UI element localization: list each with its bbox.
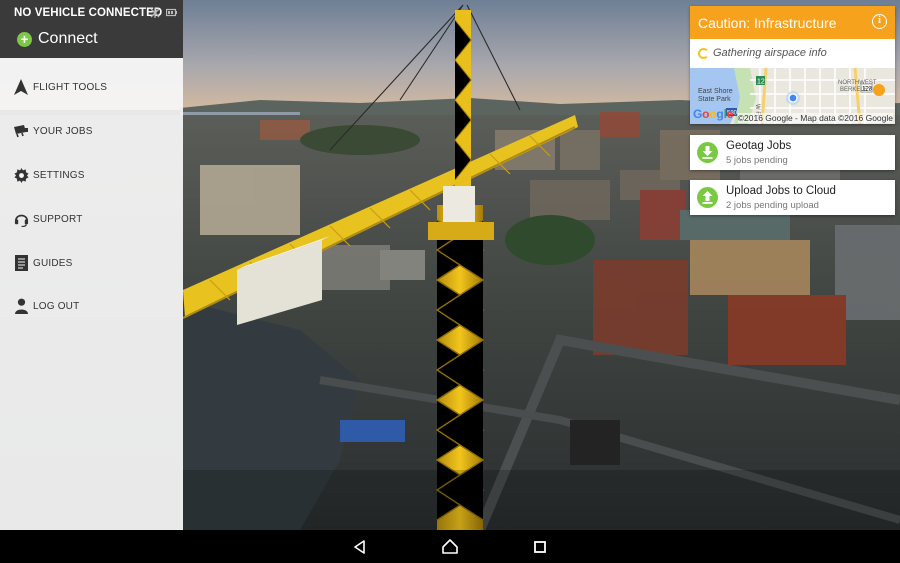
caution-header: Caution: Infrastructure i [690,6,895,39]
caution-card: Caution: Infrastructure i Gathering airs… [690,6,895,124]
status-icons [150,8,177,18]
job-subtitle: 2 jobs pending upload [726,200,819,211]
headset-icon [13,211,29,227]
map-label-state-park: State Park [698,96,731,103]
menu-label: GUIDES [33,257,73,269]
camera-icon [13,123,29,139]
geotag-jobs-card[interactable]: Geotag Jobs 5 jobs pending [690,135,895,170]
navigation-arrow-icon [13,79,29,95]
map-attribution: ©2016 Google - Map data ©2016 Google [737,113,893,123]
menu-label: LOG OUT [33,300,80,312]
info-icon[interactable]: i [872,14,887,29]
home-icon[interactable] [441,538,459,556]
document-icon [13,255,29,271]
drawer-header: NO VEHICLE CONNECTED + Connect [0,0,183,58]
menu-item-settings[interactable]: SETTINGS [0,155,183,195]
airspace-map[interactable]: 12 123 580 East Shore State Park NORTHWE… [690,68,895,124]
loading-spinner-icon [698,48,709,59]
recents-icon[interactable] [531,538,549,556]
menu-label: FLIGHT TOOLS [33,81,108,93]
connect-label: Connect [38,30,98,47]
plus-icon: + [17,31,32,47]
google-logo: Google [693,107,734,121]
map-label-berkeley: BERKELEY [840,87,872,93]
gear-icon [13,167,29,183]
upload-icon [697,187,718,208]
map-label-east-shore: East Shore [698,88,733,95]
vehicle-status: NO VEHICLE CONNECTED [14,7,163,19]
menu-item-log-out[interactable]: LOG OUT [0,286,183,326]
airspace-status: Gathering airspace info [713,47,827,59]
job-title: Geotag Jobs [726,140,792,152]
satellite-off-icon [150,8,160,18]
navigation-drawer: FLIGHT TOOLS YOUR JOBS SETTINGS SUPPORT … [0,58,183,530]
menu-item-flight-tools[interactable]: FLIGHT TOOLS [0,67,183,107]
battery-icon [166,8,177,18]
back-icon[interactable] [351,538,369,556]
menu-item-guides[interactable]: GUIDES [0,243,183,283]
menu-item-your-jobs[interactable]: YOUR JOBS [0,111,183,151]
menu-label: SUPPORT [33,213,83,225]
download-icon [697,142,718,163]
route-12-label: 12 [757,79,765,86]
job-subtitle: 5 jobs pending [726,155,788,166]
system-navigation-bar [0,530,900,563]
connect-button[interactable]: + Connect [17,30,98,48]
menu-label: YOUR JOBS [33,125,93,137]
menu-label: SETTINGS [33,169,85,181]
airspace-status-row: Gathering airspace info [690,39,895,68]
upload-jobs-card[interactable]: Upload Jobs to Cloud 2 jobs pending uplo… [690,180,895,215]
user-icon [13,298,29,314]
menu-item-support[interactable]: SUPPORT [0,199,183,239]
job-title: Upload Jobs to Cloud [726,185,836,197]
caution-title: Caution: Infrastructure [698,15,837,31]
map-label-northwest: NORTHWEST [838,80,877,86]
